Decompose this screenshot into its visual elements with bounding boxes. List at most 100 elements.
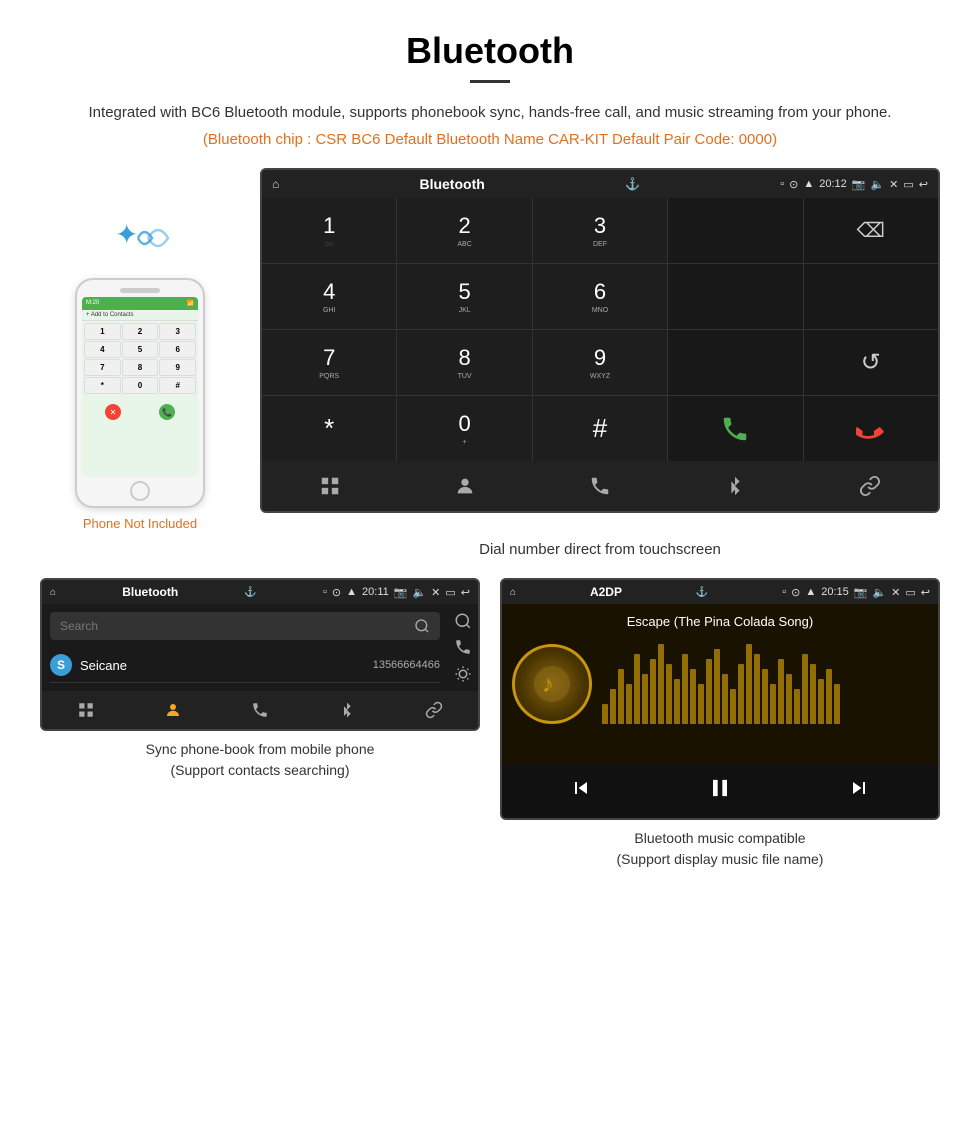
music-controls	[502, 764, 938, 818]
phone-not-included-label: Phone Not Included	[83, 516, 197, 531]
svg-text:♪: ♪	[542, 671, 554, 698]
dial-caption: Dial number direct from touchscreen	[260, 541, 940, 558]
dial-key-star[interactable]: *	[262, 396, 396, 461]
phone-home-btn	[130, 481, 150, 501]
dial-key-0[interactable]: 0+	[397, 396, 531, 461]
pb-caption-line2: (Support contacts searching)	[171, 762, 350, 778]
status-icons: ▫ ⊙ ▲ 20:12 📷 🔈 ✕ ▭ ↩	[780, 178, 928, 191]
pb-title: Bluetooth	[122, 585, 178, 599]
nav-contacts[interactable]	[397, 469, 532, 503]
pb-nav-bt[interactable]	[304, 697, 391, 723]
dial-screen-title: Bluetooth	[419, 176, 484, 192]
backspace-cell[interactable]: ⌫	[804, 198, 938, 263]
search-placeholder: Search	[60, 619, 98, 633]
phonebook-caption: Sync phone-book from mobile phone (Suppo…	[146, 739, 375, 781]
dial-key-hash[interactable]: #	[533, 396, 667, 461]
pb-caption-line1: Sync phone-book from mobile phone	[146, 741, 375, 757]
car-screen-header: ⌂ Bluetooth ⚓ ▫ ⊙ ▲ 20:12 📷 🔈 ✕ ▭ ↩	[262, 170, 938, 198]
nav-phone[interactable]	[532, 469, 667, 503]
phone-image-area: ✦ M:20📶 + Add to Contacts	[40, 168, 240, 531]
phonebook-header: ⌂ Bluetooth ⚓ ▫ ⊙ ▲ 20:11 📷 🔈 ✕ ▭ ↩	[42, 580, 478, 604]
dial-key-5[interactable]: 5JKL	[397, 264, 531, 329]
contact-name: Seicane	[80, 658, 373, 673]
title-divider	[470, 80, 510, 83]
call-green-cell[interactable]	[668, 396, 802, 461]
equalizer-area	[602, 644, 928, 724]
phone-screen: M:20📶 + Add to Contacts 123 456 789 *0# …	[82, 297, 198, 477]
nav-link[interactable]	[803, 469, 938, 503]
refresh-cell[interactable]: ↺	[804, 330, 938, 395]
dial-bottom-nav	[262, 461, 938, 511]
dial-key-2[interactable]: 2ABC	[397, 198, 531, 263]
album-art: ♪	[512, 644, 592, 724]
volume-icon: 🔈	[870, 178, 884, 191]
phone-mockup: M:20📶 + Add to Contacts 123 456 789 *0# …	[75, 278, 205, 508]
nav-bluetooth[interactable]	[668, 469, 803, 503]
pb-nav-person[interactable]	[129, 697, 216, 723]
pb-bottom-nav	[42, 691, 478, 729]
mus-caption-line1: Bluetooth music compatible	[634, 830, 805, 846]
search-bar[interactable]: Search	[50, 612, 440, 640]
nav-grid[interactable]	[262, 469, 397, 503]
phone-speaker	[120, 288, 160, 293]
dialpad-grid: 1◌◌ 2ABC 3DEF ⌫ 4GHI 5JKL	[262, 198, 938, 461]
prev-track-btn[interactable]	[569, 776, 593, 806]
dial-key-3[interactable]: 3DEF	[533, 198, 667, 263]
pb-nav-link[interactable]	[391, 697, 478, 723]
pb-cam-icon: 📷	[394, 586, 408, 599]
contact-row: S Seicane 13566664466	[50, 648, 440, 683]
bluetooth-status-icon: ▫	[780, 178, 784, 190]
mus-x-icon: ✕	[891, 586, 900, 599]
mus-home-icon: ⌂	[510, 587, 516, 598]
play-pause-btn[interactable]	[706, 774, 734, 808]
mus-loc-icon: ⊙	[791, 586, 800, 599]
main-screen-area: ✦ M:20📶 + Add to Contacts	[40, 168, 940, 531]
car-dial-screen: ⌂ Bluetooth ⚓ ▫ ⊙ ▲ 20:12 📷 🔈 ✕ ▭ ↩	[260, 168, 940, 513]
pb-time: 20:11	[362, 586, 389, 598]
mus-min-icon: ▭	[905, 586, 915, 599]
call-red-cell[interactable]	[804, 396, 938, 461]
dial-key-7[interactable]: 7PQRS	[262, 330, 396, 395]
pb-nav-phone[interactable]	[216, 697, 303, 723]
location-icon: ⊙	[789, 178, 798, 191]
pb-vol-icon: 🔈	[412, 586, 426, 599]
pb-min-icon: ▭	[445, 586, 455, 599]
mus-back-icon: ↩	[921, 586, 930, 599]
page-title: Bluetooth	[40, 30, 940, 72]
music-wrap: ⌂ A2DP ⚓ ▫ ⊙ ▲ 20:15 📷 🔈 ✕ ▭ ↩	[500, 578, 940, 870]
dial-key-1[interactable]: 1◌◌	[262, 198, 396, 263]
music-header: ⌂ A2DP ⚓ ▫ ⊙ ▲ 20:15 📷 🔈 ✕ ▭ ↩	[502, 580, 938, 604]
song-title: Escape (The Pina Colada Song)	[627, 614, 813, 629]
pb-back-icon: ↩	[461, 586, 470, 599]
back-icon: ↩	[919, 178, 928, 191]
pb-sig-icon: ▲	[346, 586, 357, 598]
empty-cell-1	[668, 264, 802, 329]
phonebook-main: Search S Seicane 13566664466	[42, 604, 448, 691]
mus-cam-icon: 📷	[854, 586, 868, 599]
pb-nav-grid[interactable]	[42, 697, 129, 723]
next-track-btn[interactable]	[847, 776, 871, 806]
mus-time: 20:15	[821, 586, 849, 598]
phonebook-side-icons	[448, 604, 478, 691]
dial-key-8[interactable]: 8TUV	[397, 330, 531, 395]
signal-icon: ▲	[803, 178, 814, 190]
empty-cell-3	[668, 330, 802, 395]
music-main: ♪	[512, 644, 928, 724]
dial-key-4[interactable]: 4GHI	[262, 264, 396, 329]
page-container: Bluetooth Integrated with BC6 Bluetooth …	[0, 0, 980, 900]
empty-cell-2	[804, 264, 938, 329]
pb-bt-icon: ▫	[323, 586, 327, 598]
orange-info: (Bluetooth chip : CSR BC6 Default Blueto…	[40, 131, 940, 148]
phonebook-inner: Search S Seicane 13566664466	[42, 604, 478, 691]
phonebook-wrap: ⌂ Bluetooth ⚓ ▫ ⊙ ▲ 20:11 📷 🔈 ✕ ▭ ↩	[40, 578, 480, 870]
mus-title: A2DP	[590, 585, 622, 599]
phonebook-content: Search S Seicane 13566664466	[42, 604, 448, 691]
dial-key-6[interactable]: 6MNO	[533, 264, 667, 329]
pb-x-icon: ✕	[431, 586, 440, 599]
bluetooth-wave-area: ✦	[110, 208, 170, 268]
contact-initial: S	[50, 654, 72, 676]
mus-usb-icon: ⚓	[696, 587, 708, 598]
description-text: Integrated with BC6 Bluetooth module, su…	[40, 101, 940, 125]
backspace-icon: ⌫	[857, 218, 885, 243]
dial-key-9[interactable]: 9WXYZ	[533, 330, 667, 395]
